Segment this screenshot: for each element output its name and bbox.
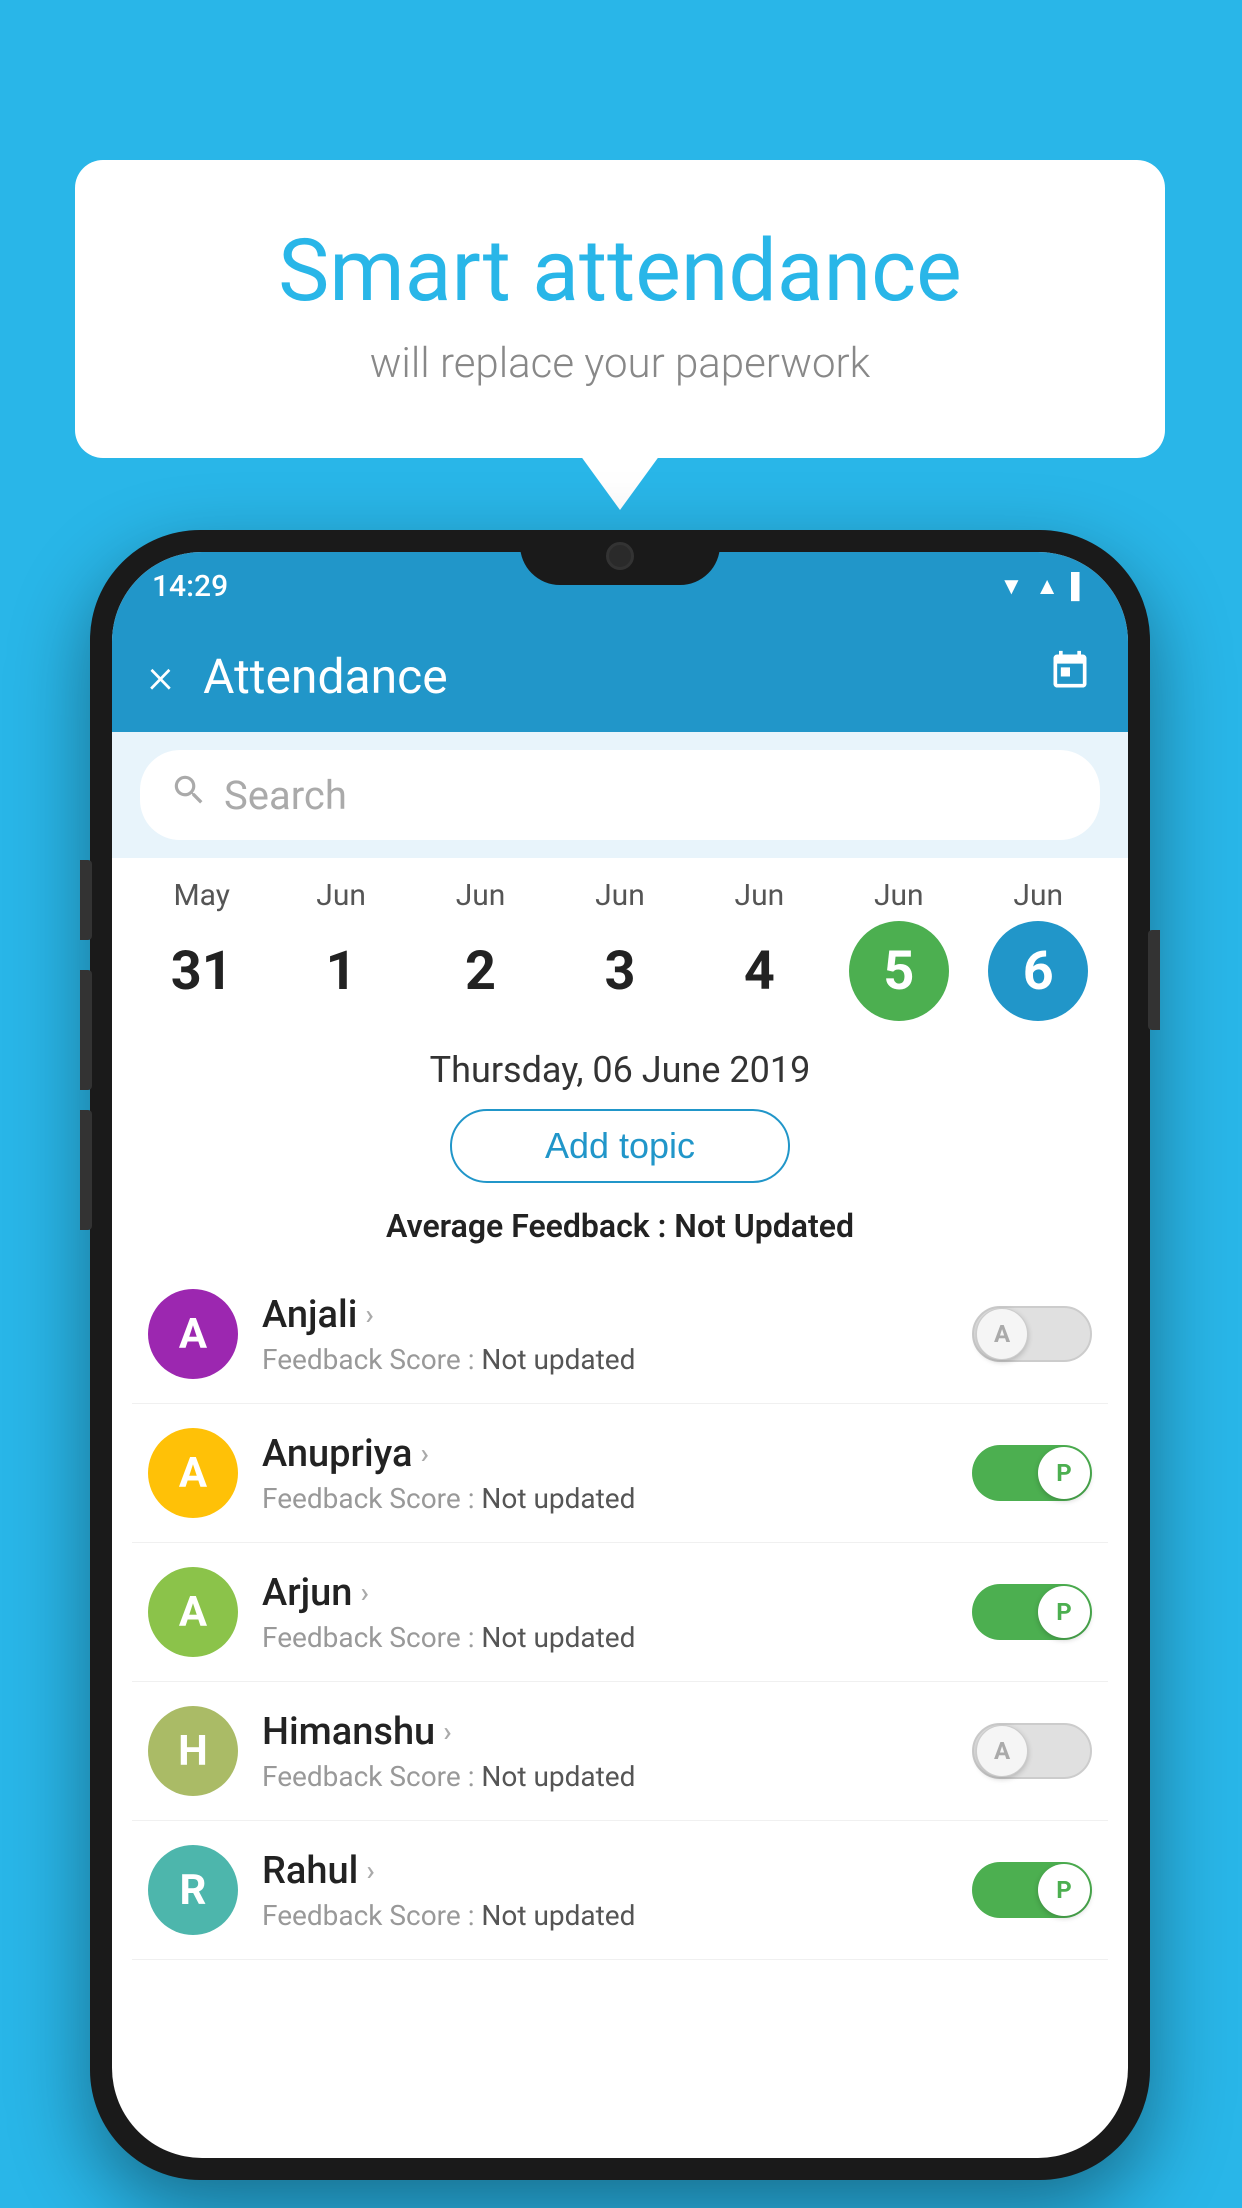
signal-icon: ▲ <box>1035 572 1059 601</box>
toggle-knob: P <box>1038 1586 1090 1638</box>
bubble-subtitle: will replace your paperwork <box>155 339 1085 388</box>
cal-month-label: Jun <box>316 878 366 913</box>
calendar-icon[interactable] <box>1048 649 1092 704</box>
wifi-icon: ▼ <box>999 572 1023 601</box>
student-info: Anupriya › Feedback Score : Not updated <box>262 1432 948 1515</box>
cal-day-number: 4 <box>709 921 809 1021</box>
chevron-icon: › <box>366 1854 374 1887</box>
cal-day-number: 31 <box>152 921 252 1021</box>
volume-up-button <box>80 970 92 1090</box>
cal-day-number: 2 <box>431 921 531 1021</box>
calendar-day-1[interactable]: Jun 1 <box>281 878 401 1021</box>
cal-month-label: Jun <box>456 878 506 913</box>
student-avatar: H <box>148 1706 238 1796</box>
student-avatar: R <box>148 1845 238 1935</box>
student-avatar: A <box>148 1567 238 1657</box>
calendar-day-4[interactable]: Jun 4 <box>699 878 819 1021</box>
student-avatar: A <box>148 1289 238 1379</box>
search-placeholder: Search <box>224 772 347 819</box>
battery-icon: ▌ <box>1071 572 1088 601</box>
student-item-2[interactable]: A Arjun › Feedback Score : Not updated P <box>132 1543 1108 1682</box>
calendar-day-3[interactable]: Jun 3 <box>560 878 680 1021</box>
search-box[interactable]: Search <box>140 750 1100 840</box>
student-name: Anupriya › <box>262 1432 948 1476</box>
cal-day-number: 1 <box>291 921 391 1021</box>
calendar-day-0[interactable]: May 31 <box>142 878 262 1021</box>
student-name: Rahul › <box>262 1849 948 1893</box>
student-info: Himanshu › Feedback Score : Not updated <box>262 1710 948 1793</box>
cal-day-number: 6 <box>988 921 1088 1021</box>
calendar-day-5[interactable]: Jun 5 <box>839 878 959 1021</box>
close-button[interactable]: × <box>148 652 173 700</box>
cal-day-number: 5 <box>849 921 949 1021</box>
avg-feedback-value: Not Updated <box>674 1207 854 1245</box>
cal-month-label: Jun <box>874 878 924 913</box>
search-icon <box>170 771 208 819</box>
avg-feedback-label: Average Feedback : <box>386 1207 666 1245</box>
student-score: Feedback Score : Not updated <box>262 1482 948 1515</box>
phone-device: 14:29 ▼ ▲ ▌ × Attendance <box>90 530 1150 2180</box>
avg-feedback: Average Feedback : Not Updated <box>112 1207 1128 1245</box>
chevron-icon: › <box>443 1715 451 1748</box>
calendar-day-2[interactable]: Jun 2 <box>421 878 541 1021</box>
search-container: Search <box>112 732 1128 858</box>
student-score: Feedback Score : Not updated <box>262 1621 948 1654</box>
chevron-icon: › <box>420 1437 428 1470</box>
volume-mute-button <box>80 860 92 940</box>
student-item-4[interactable]: R Rahul › Feedback Score : Not updated P <box>132 1821 1108 1960</box>
front-camera <box>606 542 634 570</box>
student-item-1[interactable]: A Anupriya › Feedback Score : Not updated P <box>132 1404 1108 1543</box>
attendance-toggle[interactable]: A <box>972 1306 1092 1362</box>
status-time: 14:29 <box>152 569 228 604</box>
status-icons: ▼ ▲ ▌ <box>999 572 1088 601</box>
student-info: Rahul › Feedback Score : Not updated <box>262 1849 948 1932</box>
toggle-knob: P <box>1038 1447 1090 1499</box>
calendar-row: May 31 Jun 1 Jun 2 Jun 3 Jun 4 Jun 5 Jun 6 <box>112 858 1128 1021</box>
cal-month-label: Jun <box>1013 878 1063 913</box>
add-topic-button[interactable]: Add topic <box>450 1109 790 1183</box>
attendance-toggle[interactable]: A <box>972 1723 1092 1779</box>
cal-day-number: 3 <box>570 921 670 1021</box>
chevron-icon: › <box>360 1576 368 1609</box>
speech-bubble: Smart attendance will replace your paper… <box>75 160 1165 458</box>
student-avatar: A <box>148 1428 238 1518</box>
phone-notch <box>520 530 720 585</box>
student-score: Feedback Score : Not updated <box>262 1899 948 1932</box>
app-title: Attendance <box>203 648 1018 705</box>
student-name: Arjun › <box>262 1571 948 1615</box>
student-name: Anjali › <box>262 1293 948 1337</box>
toggle-knob: A <box>976 1725 1028 1777</box>
toggle-knob: A <box>976 1308 1028 1360</box>
student-item-0[interactable]: A Anjali › Feedback Score : Not updated A <box>132 1265 1108 1404</box>
toggle-knob: P <box>1038 1864 1090 1916</box>
bubble-title: Smart attendance <box>155 220 1085 321</box>
selected-date: Thursday, 06 June 2019 <box>112 1021 1128 1109</box>
app-bar: × Attendance <box>112 620 1128 732</box>
phone-outer: 14:29 ▼ ▲ ▌ × Attendance <box>90 530 1150 2180</box>
phone-screen: 14:29 ▼ ▲ ▌ × Attendance <box>112 552 1128 2158</box>
cal-month-label: Jun <box>735 878 785 913</box>
attendance-toggle[interactable]: P <box>972 1862 1092 1918</box>
volume-down-button <box>80 1110 92 1230</box>
student-name: Himanshu › <box>262 1710 948 1754</box>
student-info: Anjali › Feedback Score : Not updated <box>262 1293 948 1376</box>
student-info: Arjun › Feedback Score : Not updated <box>262 1571 948 1654</box>
cal-month-label: Jun <box>595 878 645 913</box>
chevron-icon: › <box>365 1298 373 1331</box>
student-score: Feedback Score : Not updated <box>262 1760 948 1793</box>
power-button <box>1148 930 1160 1030</box>
student-score: Feedback Score : Not updated <box>262 1343 948 1376</box>
cal-month-label: May <box>173 878 229 913</box>
attendance-toggle[interactable]: P <box>972 1584 1092 1640</box>
student-item-3[interactable]: H Himanshu › Feedback Score : Not updated A <box>132 1682 1108 1821</box>
student-list: AAnjali ›Feedback Score : Not updatedAAA… <box>112 1265 1128 1960</box>
calendar-day-6[interactable]: Jun 6 <box>978 878 1098 1021</box>
attendance-toggle[interactable]: P <box>972 1445 1092 1501</box>
